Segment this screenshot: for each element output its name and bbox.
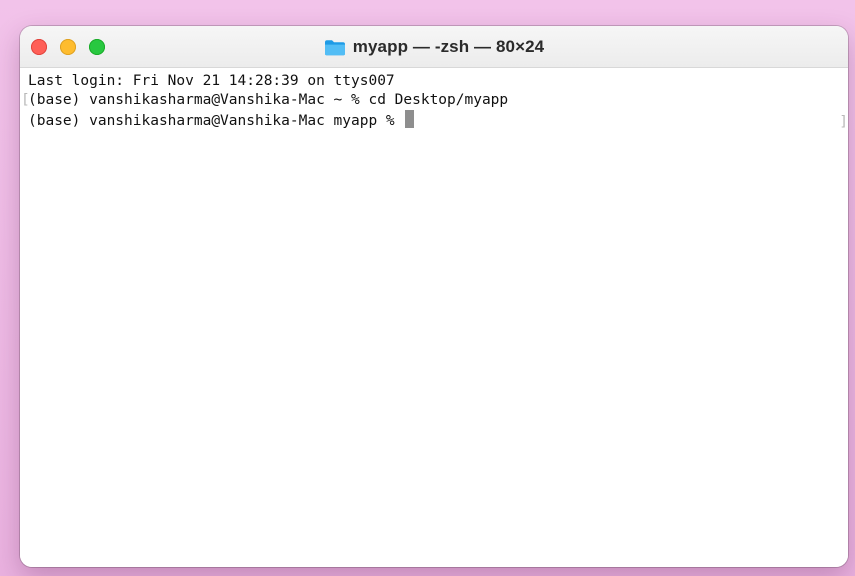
text-cursor (405, 110, 415, 128)
selection-mark-close: ] (839, 114, 848, 130)
selection-mark-open: [ (21, 92, 30, 108)
title-bar[interactable]: myapp — -zsh — 80×24 (20, 26, 848, 68)
terminal-content[interactable]: Last login: Fri Nov 21 14:28:39 on ttys0… (20, 69, 848, 567)
terminal-window[interactable]: myapp — -zsh — 80×24 Last login: Fri Nov… (20, 26, 848, 567)
terminal-line-login-text: Last login: Fri Nov 21 14:28:39 on ttys0… (28, 73, 395, 89)
terminal-prompt-text: (base) vanshikasharma@Vanshika-Mac myapp… (28, 113, 404, 129)
terminal-prompt-line[interactable]: (base) vanshikasharma@Vanshika-Mac myapp… (28, 110, 848, 129)
terminal-line-cd-command: [(base) vanshikasharma@Vanshika-Mac ~ % … (21, 91, 848, 110)
desktop-background: myapp — -zsh — 80×24 Last login: Fri Nov… (0, 0, 855, 576)
window-title-text: myapp — -zsh — 80×24 (352, 37, 545, 56)
folder-icon (324, 39, 346, 56)
terminal-line-cd-text: (base) vanshikasharma@Vanshika-Mac ~ % c… (28, 92, 509, 108)
window-title: myapp — -zsh — 80×24 (20, 36, 848, 58)
terminal-line-login: Last login: Fri Nov 21 14:28:39 on ttys0… (28, 72, 848, 91)
